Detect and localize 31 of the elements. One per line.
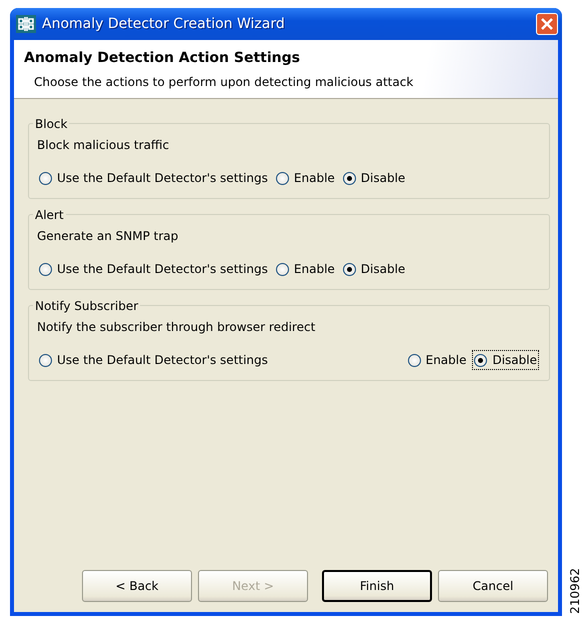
wizard-button[interactable]: < Back — [82, 570, 192, 602]
radio-option[interactable]: Enable — [274, 168, 337, 188]
radio-button[interactable] — [342, 172, 356, 184]
radio-button[interactable] — [474, 354, 488, 366]
radio-option[interactable]: Enable — [274, 259, 337, 279]
window-title: Anomaly Detector Creation Wizard — [42, 14, 286, 34]
radio-option[interactable]: Disable — [340, 259, 408, 279]
radio-button[interactable] — [276, 172, 289, 184]
close-icon — [540, 17, 554, 31]
radio-option[interactable]: Use the Default Detector's settings — [37, 259, 270, 279]
page-title: Anomaly Detection Action Settings — [24, 49, 301, 68]
group-description: Generate an SNMP trap — [37, 228, 180, 245]
close-button[interactable] — [536, 13, 558, 35]
radio-button[interactable] — [342, 262, 356, 276]
radio-button[interactable] — [39, 172, 52, 184]
radio-option[interactable]: Disable — [340, 168, 408, 188]
radio-option[interactable]: Use the Default Detector's settings — [37, 168, 270, 188]
app-icon — [16, 15, 36, 33]
figure-number: 210962 — [567, 568, 583, 614]
radio-option[interactable]: Use the Default Detector's settings — [37, 350, 270, 370]
page-description: Choose the actions to perform upon detecting malicious attack — [33, 74, 414, 90]
radio-button[interactable] — [39, 354, 52, 366]
group-description: Notify the subscriber through browser redirect — [37, 319, 316, 336]
radio-button[interactable] — [39, 262, 52, 276]
radio-button[interactable] — [408, 354, 421, 366]
wizard-button[interactable]: Finish — [322, 570, 432, 602]
group-description: Block malicious traffic — [37, 137, 170, 154]
radio-button[interactable] — [276, 262, 289, 276]
radio-option[interactable]: Disable — [472, 350, 539, 370]
radio-option[interactable]: Enable — [406, 350, 468, 370]
wizard-button[interactable]: Cancel — [438, 570, 548, 602]
